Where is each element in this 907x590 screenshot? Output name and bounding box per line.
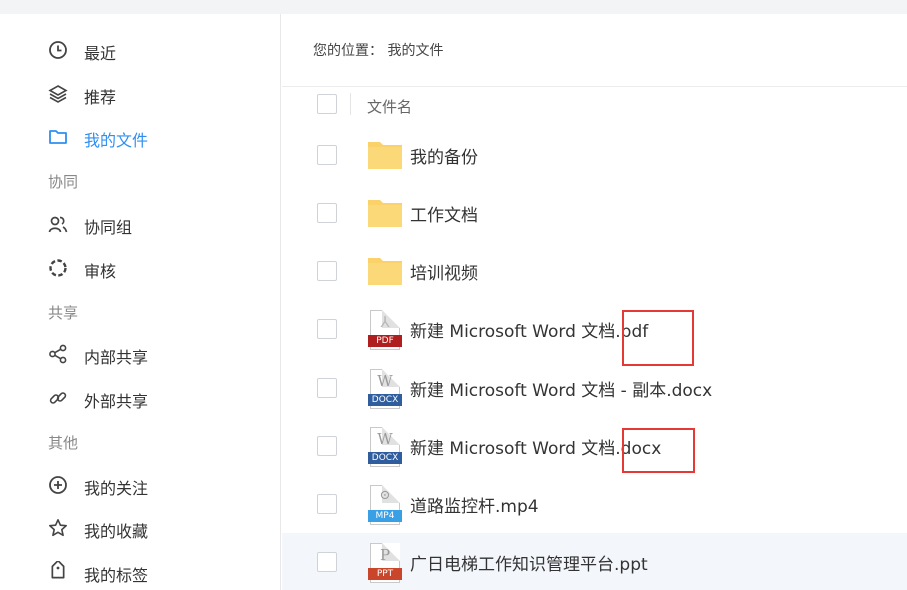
divider: [282, 86, 907, 87]
sidebar-item-recent[interactable]: 最近: [0, 31, 281, 67]
section-header-other: 其他: [48, 434, 79, 452]
file-type-tag: PPT: [368, 568, 402, 580]
file-name[interactable]: 道路监控杆.mp4: [410, 492, 539, 517]
sidebar-item-internal-share[interactable]: 内部共享: [0, 335, 281, 371]
file-row[interactable]: ⊙ MP4 道路监控杆.mp4: [282, 475, 907, 533]
file-row[interactable]: 工作文档: [282, 184, 907, 242]
section-header-share: 共享: [48, 304, 79, 322]
sidebar-item-follow[interactable]: 我的关注: [0, 466, 281, 502]
sidebar-item-label: 我的标签: [84, 566, 149, 585]
sidebar-item-label: 我的收藏: [84, 522, 149, 541]
folder-icon: [367, 194, 403, 230]
share-icon: [47, 343, 69, 365]
dotted-circle-icon: [47, 257, 69, 279]
table-header: 文件名: [282, 90, 907, 126]
column-separator: [350, 93, 351, 115]
file-row[interactable]: ⅄ PDF 新建 Microsoft Word 文档.pdf: [282, 300, 907, 358]
file-name[interactable]: 新建 Microsoft Word 文档.pdf: [410, 317, 648, 342]
row-checkbox[interactable]: [317, 436, 337, 456]
plus-circle-icon: [47, 474, 69, 496]
sidebar-item-review[interactable]: 审核: [0, 249, 281, 285]
sidebar-item-tags[interactable]: 我的标签: [0, 553, 281, 589]
row-checkbox[interactable]: [317, 378, 337, 398]
clock-icon: [47, 39, 69, 61]
breadcrumb: 您的位置： 我的文件: [313, 43, 444, 59]
docx-file-icon: W DOCX: [367, 427, 403, 467]
file-name[interactable]: 培训视频: [410, 259, 478, 284]
file-name[interactable]: 新建 Microsoft Word 文档 - 副本.docx: [410, 376, 712, 401]
users-icon: [47, 213, 69, 235]
folder-icon: [367, 252, 403, 288]
sidebar-item-collab-group[interactable]: 协同组: [0, 205, 281, 241]
pdf-file-icon: ⅄ PDF: [367, 310, 403, 350]
sidebar-item-label: 审核: [84, 262, 117, 281]
file-type-tag: DOCX: [368, 394, 402, 406]
file-type-tag: MP4: [368, 510, 402, 522]
docx-file-icon: W DOCX: [367, 369, 403, 409]
file-row[interactable]: W DOCX 新建 Microsoft Word 文档.docx: [282, 417, 907, 475]
sidebar-item-external-share[interactable]: 外部共享: [0, 379, 281, 415]
sidebar-item-favorites[interactable]: 我的收藏: [0, 509, 281, 545]
file-name[interactable]: 工作文档: [410, 201, 478, 226]
tag-icon: [47, 561, 69, 583]
video-file-icon: ⊙ MP4: [367, 485, 403, 525]
sidebar-item-label: 推荐: [84, 88, 117, 107]
folder-icon: [47, 126, 69, 148]
section-header-collab: 协同: [48, 173, 79, 191]
sidebar-item-label: 外部共享: [84, 392, 149, 411]
main-panel: 您的位置： 我的文件 文件名 我的备份 工作文档 培训视频 ⅄ PDF 新建 M…: [282, 14, 907, 590]
sidebar-item-label: 我的文件: [84, 131, 149, 150]
file-name[interactable]: 新建 Microsoft Word 文档.docx: [410, 434, 661, 459]
row-checkbox[interactable]: [317, 494, 337, 514]
sidebar-item-label: 最近: [84, 44, 117, 63]
file-row[interactable]: 培训视频: [282, 242, 907, 300]
row-checkbox[interactable]: [317, 261, 337, 281]
sidebar: 最近 推荐 我的文件 协同 协同组 审核 共享 内部共享 外部共享 其他 我的关…: [0, 14, 281, 590]
layers-icon: [47, 83, 69, 105]
row-checkbox[interactable]: [317, 145, 337, 165]
sidebar-item-label: 内部共享: [84, 348, 149, 367]
link-icon: [47, 387, 69, 409]
select-all-checkbox[interactable]: [317, 94, 337, 114]
star-icon: [47, 517, 69, 539]
sidebar-item-label: 协同组: [84, 218, 133, 237]
file-name[interactable]: 我的备份: [410, 143, 478, 168]
ppt-file-icon: P PPT: [367, 543, 403, 583]
folder-icon: [367, 136, 403, 172]
file-row[interactable]: W DOCX 新建 Microsoft Word 文档 - 副本.docx: [282, 359, 907, 417]
file-name[interactable]: 广日电梯工作知识管理平台.ppt: [410, 550, 648, 575]
file-type-tag: PDF: [368, 335, 402, 347]
sidebar-item-label: 我的关注: [84, 479, 149, 498]
row-checkbox[interactable]: [317, 203, 337, 223]
row-checkbox[interactable]: [317, 319, 337, 339]
row-checkbox[interactable]: [317, 552, 337, 572]
sidebar-item-my-files[interactable]: 我的文件: [0, 118, 281, 154]
top-bar: [0, 0, 907, 14]
file-row[interactable]: 我的备份: [282, 126, 907, 184]
sidebar-item-recommend[interactable]: 推荐: [0, 75, 281, 111]
file-row[interactable]: P PPT 广日电梯工作知识管理平台.ppt: [282, 533, 907, 590]
file-type-tag: DOCX: [368, 452, 402, 464]
column-header-filename[interactable]: 文件名: [367, 96, 412, 117]
